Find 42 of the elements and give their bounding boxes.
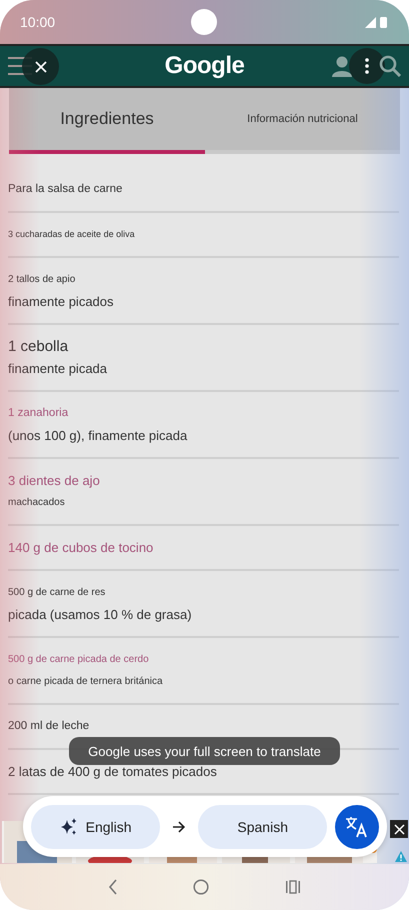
close-button[interactable] xyxy=(22,48,59,85)
ingredient-text: 1 cebolla xyxy=(8,337,70,357)
ingredient-text: 500 g de carne picada de cerdo xyxy=(8,653,150,667)
ingredient-text: picada (usamos 10 % de grasa) xyxy=(8,606,193,624)
ingredient-text: 2 tallos de apio xyxy=(8,273,76,287)
source-language-button[interactable]: English xyxy=(31,804,160,848)
ingredient-text: o carne picada de ternera británica xyxy=(8,675,164,689)
ad-close-button[interactable] xyxy=(390,820,408,838)
target-language-button[interactable]: Spanish xyxy=(198,804,328,848)
recent-apps-icon[interactable] xyxy=(285,880,302,894)
tab[interactable]: Ingredientes xyxy=(9,88,205,154)
more-icon xyxy=(365,58,369,74)
more-options-button[interactable] xyxy=(349,48,385,84)
ingredient-text: finamente picada xyxy=(8,360,108,378)
ingredient-text: 1 zanahoria xyxy=(8,406,70,421)
warning-icon xyxy=(395,851,407,862)
ingredient-text: finamente picados xyxy=(8,293,115,311)
user-icon[interactable] xyxy=(331,55,353,77)
ingredient-text: 140 g de cubos de tocino xyxy=(8,539,154,557)
translate-button[interactable] xyxy=(335,804,379,848)
ingredient-text: 3 dientes de ajo xyxy=(8,472,101,490)
sparkle-icon xyxy=(60,818,78,836)
ingredient-text: 200 ml de leche xyxy=(8,719,90,734)
ingredient-text: 500 g de carne de res xyxy=(8,586,106,600)
tab[interactable]: Información nutricional xyxy=(205,88,400,154)
home-icon[interactable] xyxy=(193,879,210,895)
translate-icon xyxy=(345,816,370,838)
arrow-icon xyxy=(172,820,186,832)
signal-battery-icon xyxy=(365,16,389,28)
back-icon[interactable] xyxy=(108,879,118,895)
ingredient-text: machacados xyxy=(8,496,66,510)
camera-cutout xyxy=(191,9,217,35)
search-icon[interactable] xyxy=(379,55,401,77)
ingredient-text: 3 cucharadas de aceite de oliva xyxy=(8,228,136,241)
google-logo: Google xyxy=(164,52,244,80)
close-icon xyxy=(394,824,404,834)
status-time: 10:00 xyxy=(20,14,56,30)
ingredient-text: (unos 100 g), finamente picada xyxy=(8,427,188,445)
ingredient-text: 2 latas de 400 g de tomates picados xyxy=(8,763,218,781)
toast-message: Google uses your full screen to translate xyxy=(69,737,340,765)
ingredient-text: Para la salsa de carne xyxy=(8,182,124,197)
close-icon xyxy=(34,60,46,72)
